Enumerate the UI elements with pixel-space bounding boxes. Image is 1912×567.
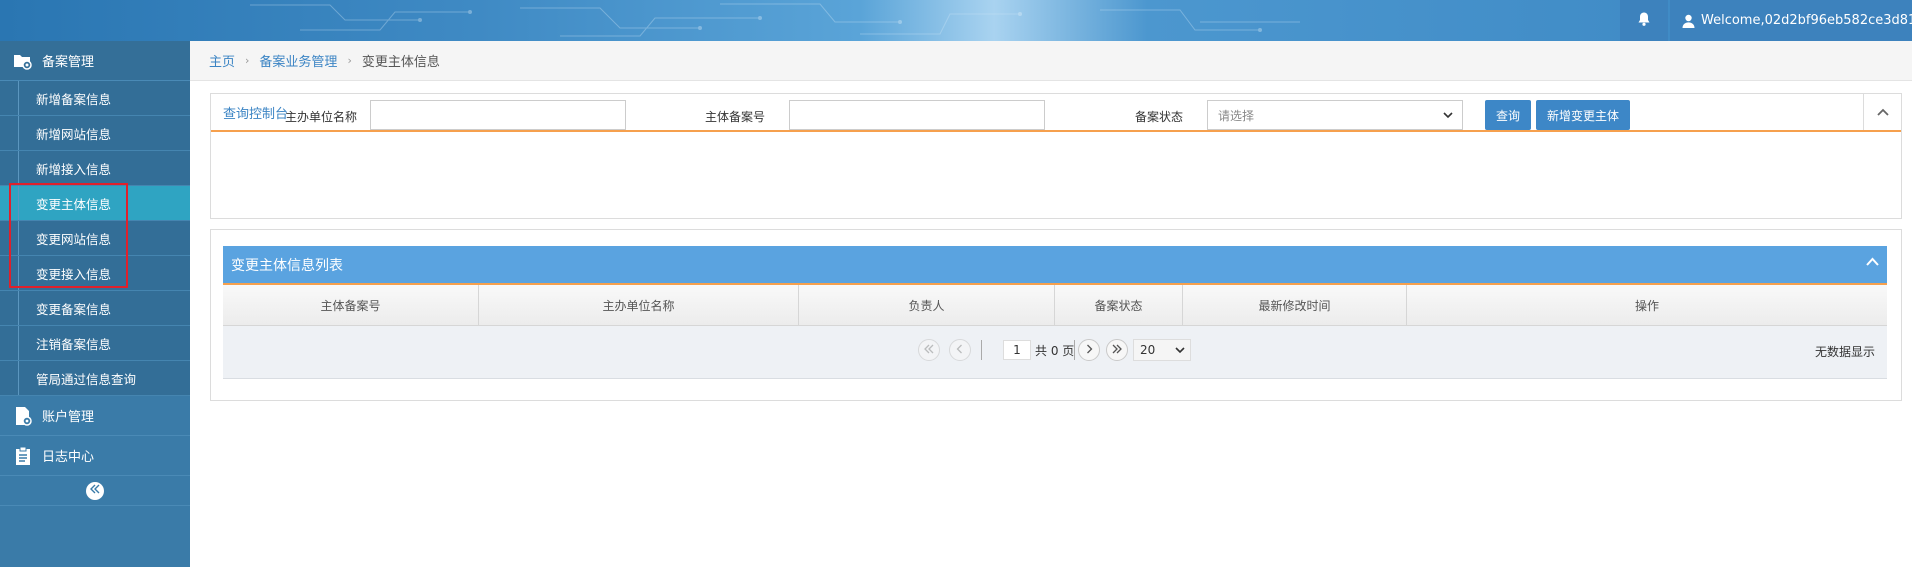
breadcrumb-separator-icon: › [347, 54, 352, 67]
sidebar-item-label: 注销备案信息 [36, 336, 112, 352]
sidebar: 备案管理 新增备案信息 新增网站信息 新增接入信息 变更主体信息 变更网站信息 … [0, 41, 190, 567]
sidebar-collapse-row [0, 476, 190, 506]
list-panel-title: 变更主体信息列表 [231, 257, 343, 274]
search-button[interactable]: 查询 [1485, 100, 1531, 130]
document-gear-icon [12, 405, 34, 427]
last-page-button[interactable] [1106, 339, 1128, 361]
org-name-input[interactable] [370, 100, 626, 130]
page-number-input[interactable]: 1 [1003, 340, 1031, 360]
column-header[interactable]: 负责人 [799, 285, 1055, 325]
highlight-annotation-box [9, 183, 128, 288]
bell-icon [1636, 11, 1652, 31]
breadcrumb: 主页 › 备案业务管理 › 变更主体信息 [190, 41, 1912, 81]
total-pages-text: 共 0 页 [1035, 344, 1075, 358]
chevron-down-icon [1442, 109, 1454, 121]
user-menu[interactable]: Welcome,02d2bf96eb582ce3d81c [1670, 0, 1912, 41]
sidebar-item-approved-query[interactable]: 管局通过信息查询 [0, 361, 190, 396]
query-panel-title: 查询控制台 [223, 106, 289, 122]
breadcrumb-section-link[interactable]: 备案业务管理 [259, 51, 337, 70]
sidebar-group-record-management[interactable]: 备案管理 [0, 41, 190, 81]
query-panel-collapse-button[interactable] [1863, 94, 1901, 130]
main-content: 主页 › 备案业务管理 › 变更主体信息 查询控制台 主办单位名称 主体备案号 … [190, 41, 1912, 567]
first-page-button[interactable] [918, 339, 940, 361]
breadcrumb-separator-icon: › [245, 54, 250, 67]
column-header[interactable]: 备案状态 [1055, 285, 1183, 325]
record-no-input[interactable] [789, 100, 1045, 130]
double-chevron-left-icon [90, 484, 100, 497]
column-header[interactable]: 最新修改时间 [1183, 285, 1407, 325]
chevron-up-icon [1876, 105, 1889, 120]
sidebar-item-add-website[interactable]: 新增网站信息 [0, 116, 190, 151]
sidebar-item-add-access[interactable]: 新增接入信息 [0, 151, 190, 186]
next-page-button[interactable] [1078, 339, 1100, 361]
query-panel: 查询控制台 主办单位名称 主体备案号 备案状态 请选择 查询 新增变更主体 [210, 93, 1902, 219]
column-header[interactable]: 主办单位名称 [479, 285, 799, 325]
welcome-text: Welcome,02d2bf96eb582ce3d81c [1701, 13, 1912, 28]
sidebar-item-label: 管局通过信息查询 [36, 371, 137, 387]
table-header: 主体备案号 主办单位名称 负责人 备案状态 最新修改时间 操作 [223, 285, 1887, 326]
list-collapse-button[interactable] [1866, 257, 1879, 266]
sidebar-item-label: 新增网站信息 [36, 126, 112, 142]
record-no-label: 主体备案号 [705, 110, 766, 124]
double-chevron-left-icon [924, 343, 934, 357]
column-header[interactable]: 主体备案号 [223, 285, 479, 325]
breadcrumb-home-link[interactable]: 主页 [209, 51, 235, 70]
sidebar-item-cancel-record[interactable]: 注销备案信息 [0, 326, 190, 361]
sidebar-group-label: 账户管理 [42, 410, 95, 425]
pager-divider [981, 340, 982, 360]
chevron-left-icon [955, 343, 965, 357]
clipboard-icon [12, 445, 34, 467]
sidebar-group-account-management[interactable]: 账户管理 [0, 396, 190, 436]
notifications-button[interactable] [1620, 0, 1668, 41]
top-header: Welcome,02d2bf96eb582ce3d81c [0, 0, 1912, 41]
user-icon [1682, 14, 1695, 28]
sidebar-item-label: 新增接入信息 [36, 161, 112, 177]
sidebar-item-label: 变更备案信息 [36, 301, 112, 317]
page-size-value: 20 [1140, 343, 1156, 357]
breadcrumb-current: 变更主体信息 [361, 55, 440, 70]
chevron-down-icon [1174, 344, 1186, 356]
sidebar-item-add-record[interactable]: 新增备案信息 [0, 81, 190, 116]
pagination-bar: 1 共 0 页 20 无数据显示 [223, 326, 1887, 379]
data-table: 主体备案号 主办单位名称 负责人 备案状态 最新修改时间 操作 1 共 0 页 … [223, 285, 1887, 379]
no-data-text: 无数据显示 [1814, 345, 1875, 359]
list-panel-header: 变更主体信息列表 [223, 246, 1887, 285]
sidebar-group-label: 日志中心 [42, 450, 95, 465]
add-change-subject-button[interactable]: 新增变更主体 [1536, 100, 1630, 130]
org-name-label: 主办单位名称 [285, 110, 358, 124]
status-select[interactable]: 请选择 [1207, 100, 1463, 130]
list-panel: 变更主体信息列表 主体备案号 主办单位名称 负责人 备案状态 最新修改时间 操作 [210, 229, 1902, 401]
sidebar-item-label: 新增备案信息 [36, 91, 112, 107]
folder-gear-icon [12, 50, 34, 72]
chevron-right-icon [1084, 343, 1094, 357]
pager-divider [1074, 340, 1075, 360]
status-select-value: 请选择 [1218, 108, 1255, 123]
double-chevron-right-icon [1112, 343, 1122, 357]
prev-page-button[interactable] [949, 339, 971, 361]
sidebar-collapse-button[interactable] [86, 481, 104, 500]
page-size-select[interactable]: 20 [1133, 339, 1191, 361]
sidebar-group-label: 备案管理 [42, 55, 95, 70]
sidebar-group-log-center[interactable]: 日志中心 [0, 436, 190, 476]
status-label: 备案状态 [1135, 110, 1184, 124]
column-header[interactable]: 操作 [1407, 285, 1887, 325]
sidebar-item-change-record[interactable]: 变更备案信息 [0, 291, 190, 326]
